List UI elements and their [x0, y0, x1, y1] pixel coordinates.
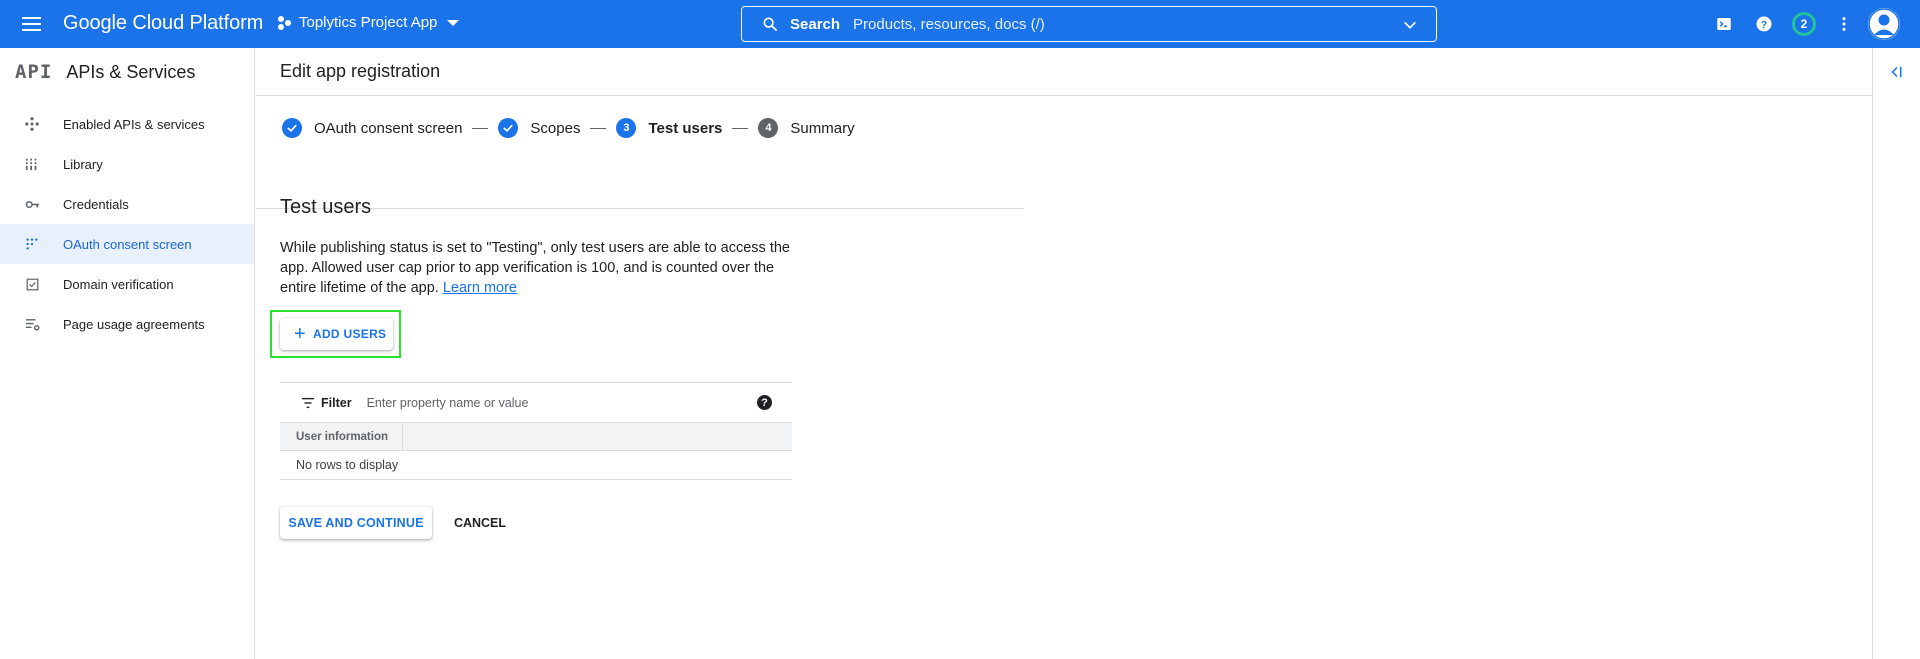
main-content: Edit app registration OAuth consent scre… [256, 48, 1872, 659]
description-text: While publishing status is set to "Testi… [280, 240, 790, 296]
section-title: Test users [280, 196, 372, 218]
caret-down-icon [447, 19, 460, 26]
filter-icon [301, 397, 315, 408]
step-number-4: 4 [758, 118, 779, 138]
sidebar-item-label: OAuth consent screen [63, 236, 192, 252]
project-name: Toplytics Project App [299, 14, 438, 31]
sidebar-item-label: Enabled APIs & services [63, 116, 205, 132]
filter-bar: Filter ? [280, 382, 792, 422]
add-users-button[interactable]: + ADD USERS [280, 318, 393, 350]
project-icon [278, 15, 292, 30]
stepper-steps: OAuth consent screen Scopes 3 Test users… [282, 118, 855, 138]
main-menu-icon[interactable] [20, 14, 44, 34]
step-separator [472, 127, 489, 129]
step-done-icon [282, 118, 302, 138]
settings-list-icon [24, 316, 40, 332]
plus-icon: + [294, 323, 306, 345]
svg-text:?: ? [1761, 19, 1767, 31]
page-title: Edit app registration [280, 61, 441, 81]
brand-logo[interactable]: Google Cloud Platform [63, 12, 263, 35]
learn-more-link[interactable]: Learn more [443, 280, 517, 296]
more-vert-icon[interactable] [1832, 12, 1856, 36]
consent-icon [24, 236, 40, 252]
api-logo: API [15, 61, 53, 83]
stepper [256, 96, 1024, 209]
help-circle-icon[interactable]: ? [757, 395, 772, 410]
collapse-panel-icon[interactable] [1885, 60, 1909, 84]
checkbox-icon [24, 276, 40, 292]
description: While publishing status is set to "Testi… [280, 238, 790, 298]
step-scopes[interactable]: Scopes [530, 120, 580, 137]
library-icon [24, 156, 40, 172]
notifications-badge[interactable]: 2 [1792, 12, 1816, 36]
search-placeholder: Products, resources, docs (/) [853, 15, 1045, 33]
page-header: Edit app registration [256, 48, 1872, 96]
empty-table-message: No rows to display [280, 451, 792, 480]
step-oauth-consent[interactable]: OAuth consent screen [314, 120, 462, 137]
sidebar-item-label: Library [63, 156, 103, 172]
cancel-button[interactable]: CANCEL [442, 507, 518, 539]
sidebar: API APIs & Services Enabled APIs & servi… [0, 48, 255, 659]
save-and-continue-button[interactable]: SAVE AND CONTINUE [280, 507, 432, 539]
sidebar-item-library[interactable]: Library [0, 144, 254, 184]
sidebar-title: APIs & Services [66, 61, 196, 82]
search-label: Search [790, 15, 841, 33]
account-avatar[interactable] [1868, 8, 1900, 40]
top-bar: Google Cloud Platform Toplytics Project … [0, 0, 1920, 48]
sidebar-item-label: Page usage agreements [63, 316, 205, 332]
apis-icon [24, 116, 40, 132]
step-number-3: 3 [616, 118, 637, 138]
step-summary[interactable]: Summary [790, 120, 854, 137]
step-done-icon [498, 118, 519, 138]
add-users-label: ADD USERS [312, 327, 387, 341]
sidebar-item-oauth-consent[interactable]: OAuth consent screen [0, 224, 254, 264]
right-rail [1872, 48, 1920, 659]
sidebar-item-enabled-apis[interactable]: Enabled APIs & services [0, 104, 254, 144]
cloud-shell-icon[interactable] [1712, 12, 1736, 36]
search-icon [763, 17, 777, 31]
filter-input[interactable] [366, 395, 737, 410]
search-bar[interactable]: Search Products, resources, docs (/) [741, 6, 1437, 42]
key-icon [24, 196, 40, 212]
sidebar-item-credentials[interactable]: Credentials [0, 184, 254, 224]
table-header: User information [280, 422, 792, 451]
step-separator [732, 127, 749, 129]
sidebar-header: API APIs & Services [0, 48, 254, 96]
help-icon[interactable]: ? [1752, 12, 1776, 36]
sidebar-item-domain-verification[interactable]: Domain verification [0, 264, 254, 304]
column-user-information[interactable]: User information [280, 423, 403, 450]
sidebar-list: Enabled APIs & services Library Credenti… [0, 104, 254, 344]
project-selector[interactable]: Toplytics Project App [278, 14, 460, 31]
step-test-users[interactable]: Test users [648, 120, 722, 137]
chevron-down-icon[interactable] [1402, 17, 1418, 33]
sidebar-item-label: Domain verification [63, 276, 174, 292]
sidebar-item-label: Credentials [63, 196, 129, 212]
step-separator [590, 127, 607, 129]
sidebar-item-page-usage[interactable]: Page usage agreements [0, 304, 254, 344]
filter-label: Filter [321, 395, 352, 410]
